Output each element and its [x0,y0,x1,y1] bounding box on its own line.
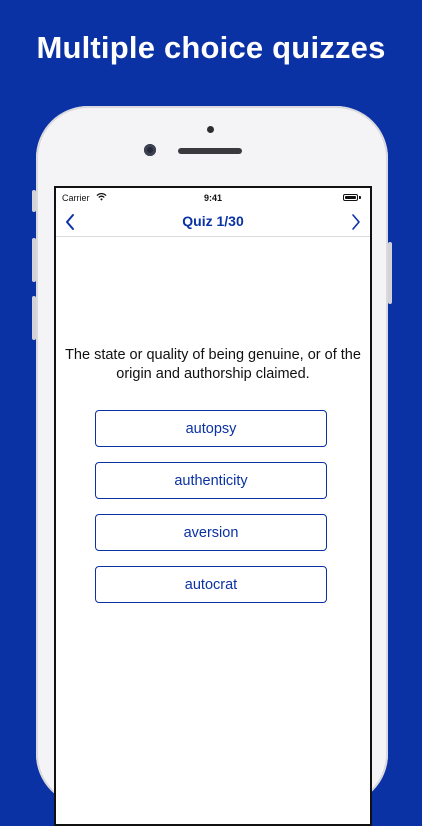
answer-option-2[interactable]: authenticity [95,462,327,499]
earpiece-speaker [178,148,242,154]
proximity-sensor [207,126,214,133]
status-bar: Carrier 9:41 [56,188,370,208]
answer-option-3[interactable]: aversion [95,514,327,551]
front-camera-icon [144,144,156,156]
status-time: 9:41 [203,193,222,203]
answer-option-1[interactable]: autopsy [95,410,327,447]
navigation-bar: Quiz 1/30 [56,208,370,237]
app-screen: Carrier 9:41 Quiz 1/30 The state or qual… [54,186,372,826]
volume-up-button [32,238,36,282]
power-button [388,242,392,304]
mute-switch [32,190,36,212]
quiz-progress-title: Quiz 1/30 [182,213,244,229]
answer-list: autopsy authenticity aversion autocrat [95,410,327,618]
battery-icon [343,194,358,201]
chevron-right-icon[interactable] [350,213,362,231]
battery-cap [359,196,361,199]
promo-headline: Multiple choice quizzes [36,30,386,65]
phone-frame: Carrier 9:41 Quiz 1/30 The state or qual… [32,106,392,826]
volume-down-button [32,296,36,340]
question-text: The state or quality of being genuine, o… [65,347,361,382]
answer-option-4[interactable]: autocrat [95,566,327,603]
